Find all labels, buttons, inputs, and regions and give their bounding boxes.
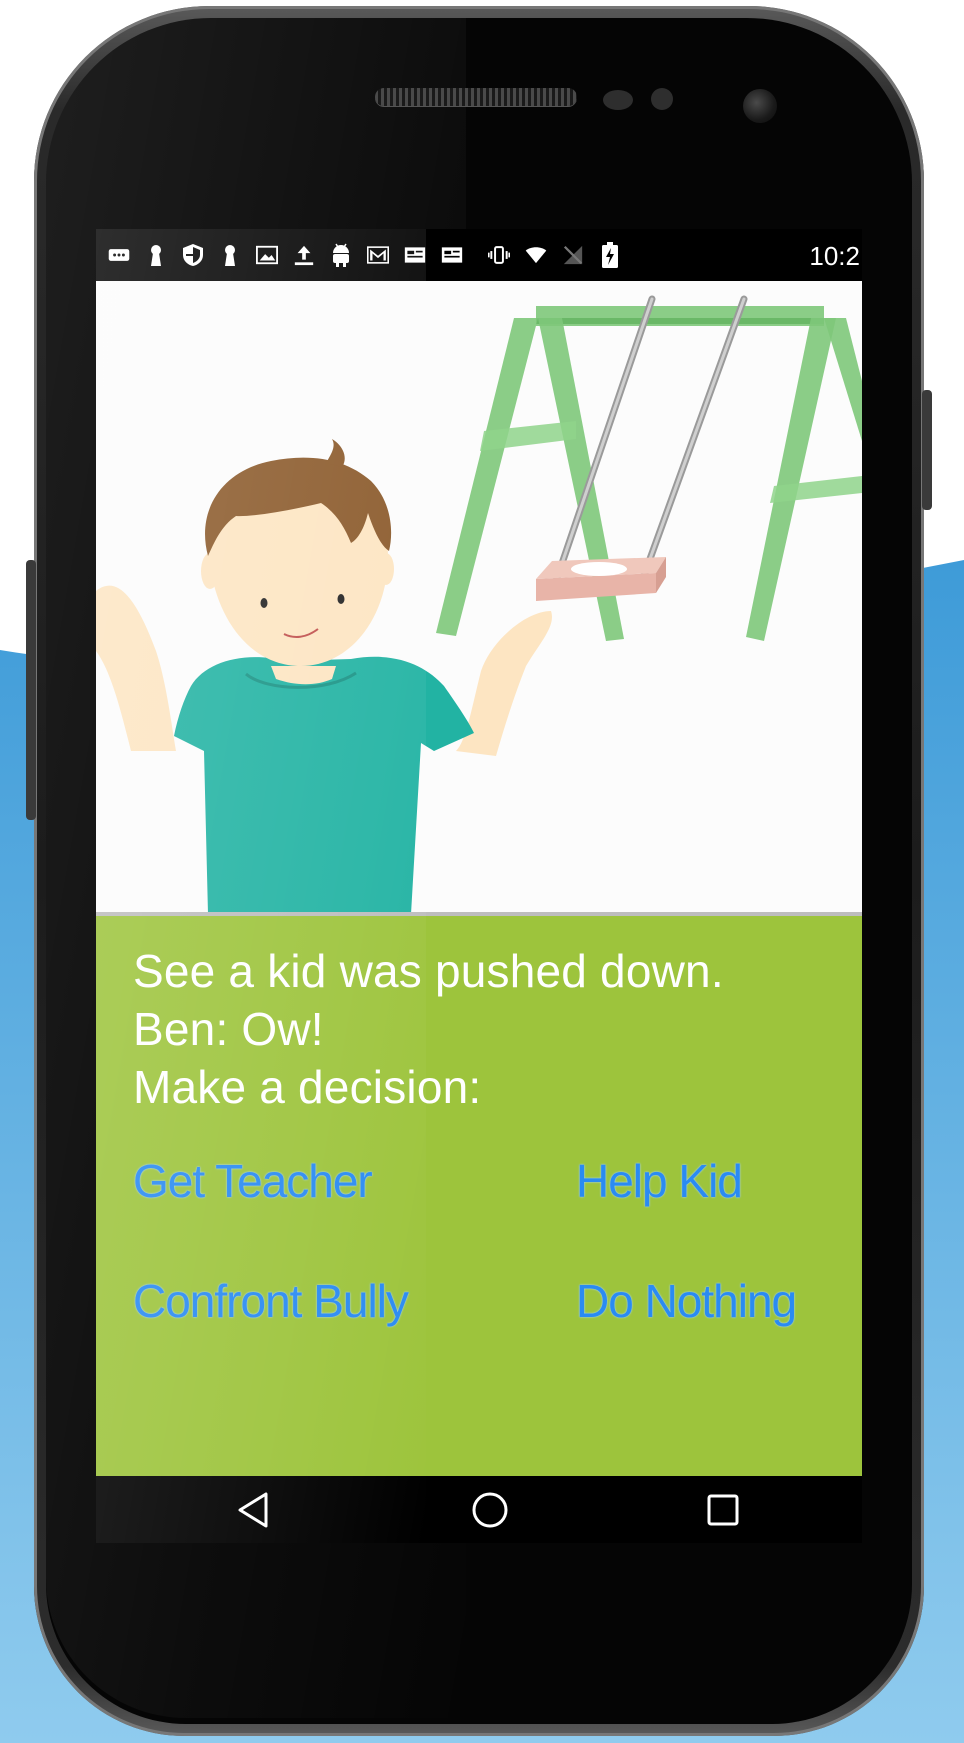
home-button[interactable] [460, 1484, 520, 1536]
vibrate-icon [488, 243, 510, 267]
prompt-text: Make a decision: [133, 1061, 482, 1113]
dialogue-text: Ben: Ow! [133, 1003, 324, 1055]
keyhole-icon [145, 243, 167, 267]
gmail-icon [367, 243, 389, 267]
volume-button [26, 560, 36, 820]
power-button [922, 390, 932, 510]
confront-bully-button[interactable]: Confront Bully [133, 1274, 409, 1328]
recents-square-icon [707, 1494, 739, 1526]
news-icon [404, 243, 426, 267]
proximity-sensor [603, 90, 633, 110]
message-icon [108, 243, 130, 267]
news-icon [441, 243, 463, 267]
android-icon [330, 243, 352, 267]
shield-icon [182, 243, 204, 267]
do-nothing-button[interactable]: Do Nothing [576, 1274, 797, 1328]
phone-screen: 10:2 See a kid was pushed down. Ben: Ow!… [96, 229, 862, 1543]
keyhole-icon [219, 243, 241, 267]
playground-illustration [96, 281, 862, 914]
get-teacher-button[interactable]: Get Teacher [133, 1154, 373, 1208]
story-panel: See a kid was pushed down. Ben: Ow! Make… [96, 916, 862, 1476]
status-bar: 10:2 [96, 229, 862, 281]
wifi-icon [525, 243, 547, 267]
light-sensor [651, 88, 673, 110]
image-icon [256, 243, 278, 267]
battery-charging-icon [599, 242, 621, 268]
recents-button[interactable] [693, 1484, 753, 1536]
status-time: 10:2 [809, 241, 860, 271]
no-signal-icon [562, 243, 584, 267]
back-button[interactable] [224, 1484, 284, 1536]
upload-icon [293, 243, 315, 267]
front-camera [743, 89, 777, 123]
swing-seat [536, 557, 666, 601]
help-kid-button[interactable]: Help Kid [576, 1154, 743, 1208]
narration-text: See a kid was pushed down. [133, 945, 724, 997]
earpiece-speaker [375, 88, 577, 106]
home-circle-icon [472, 1492, 508, 1528]
back-triangle-icon [238, 1492, 268, 1528]
navigation-bar [96, 1476, 862, 1543]
